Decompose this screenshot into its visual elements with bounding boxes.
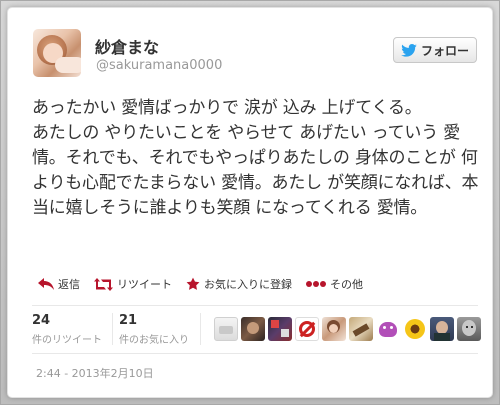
favorite-count: 21 — [119, 313, 138, 328]
reply-icon — [38, 278, 54, 290]
user-display-name[interactable]: 紗倉まな — [95, 34, 159, 58]
retweet-action[interactable]: リツイート — [94, 276, 172, 292]
favorite-action[interactable]: お気に入りに登録 — [186, 276, 292, 292]
favorite-label: お気に入りに登録 — [204, 278, 292, 291]
user-handle[interactable]: @sakuramana0000 — [96, 58, 222, 73]
stats-divider-top — [32, 305, 478, 306]
tweet-card: 紗倉まな @sakuramana0000 フォロー あったかい 愛情ばっかりで … — [7, 7, 493, 398]
retweet-label: リツイート — [117, 278, 172, 291]
stat-separator — [200, 313, 201, 345]
twitter-bird-icon — [401, 43, 417, 57]
favorited-by-avatars — [214, 317, 481, 341]
fav-avatar-6[interactable] — [349, 317, 373, 341]
fav-avatar-7[interactable] — [376, 317, 400, 341]
reply-action[interactable]: 返信 — [38, 276, 80, 292]
follow-button-label: フォロー — [420, 43, 469, 58]
tweet-timestamp[interactable]: 2:44 - 2013年2月10日 — [36, 365, 154, 381]
stats-divider-bottom — [32, 353, 478, 354]
favorite-stat[interactable]: 21 件のお気に入り — [119, 313, 189, 346]
tweet-actions: 返信 リツイート お気に入りに登録 その他 — [38, 275, 377, 293]
more-dots-icon — [306, 280, 326, 288]
fav-avatar-3[interactable] — [268, 317, 292, 341]
retweet-count-label: 件のリツイート — [32, 335, 102, 346]
fav-avatar-9[interactable] — [430, 317, 454, 341]
tweet-text: あったかい 愛情ばっかりで 涙が 込み 上げてくる。 あたしの やりたいことを … — [32, 98, 479, 218]
more-action[interactable]: その他 — [306, 276, 363, 292]
fav-avatar-1[interactable] — [214, 317, 238, 341]
fav-avatar-5[interactable] — [322, 317, 346, 341]
avatar-arm — [55, 57, 81, 73]
fav-avatar-8[interactable] — [403, 317, 427, 341]
follow-button[interactable]: フォロー — [393, 37, 477, 63]
fav-avatar-10[interactable] — [457, 317, 481, 341]
fav-avatar-2[interactable] — [241, 317, 265, 341]
retweet-stat[interactable]: 24 件のリツイート — [32, 313, 102, 346]
retweet-count: 24 — [32, 313, 51, 328]
favorite-count-label: 件のお気に入り — [119, 335, 189, 346]
user-avatar[interactable] — [33, 29, 81, 77]
retweet-icon — [94, 277, 113, 291]
star-icon — [186, 277, 200, 291]
stat-separator — [112, 313, 113, 345]
reply-label: 返信 — [58, 278, 80, 291]
more-label: その他 — [330, 278, 363, 291]
fav-avatar-4[interactable] — [295, 317, 319, 341]
